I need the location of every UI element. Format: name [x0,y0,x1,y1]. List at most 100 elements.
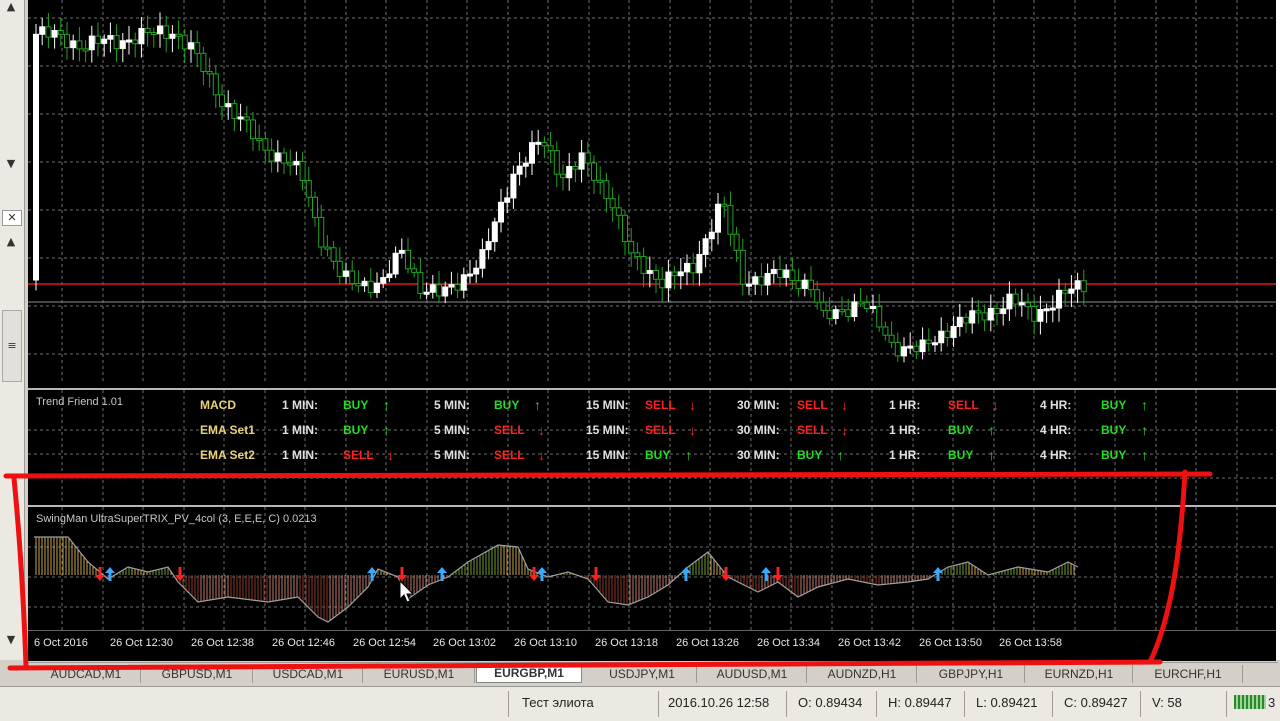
arrow-up-icon: ↑ [988,422,995,438]
signal-sell: SELL [645,423,676,437]
arrow-down-icon: ↓ [992,397,999,413]
low-price: L: 0.89421 [976,695,1038,710]
chart-window[interactable]: Trend Friend 1.01 MACD 1 MIN: BUY ↑ 5 MIN: BU… [28,0,1278,661]
arrow-up-icon: ↑ [988,447,995,463]
timeframe-label: 15 MIN: [586,423,629,437]
right-edge-strip [1276,0,1280,660]
scroll-up-icon[interactable]: ▲ [2,0,20,14]
timeframe-label: 1 HR: [889,448,921,462]
tab-gbpusd-m1[interactable]: GBPUSD,M1 [142,665,253,683]
scroll-thumb[interactable]: ≡ [2,310,22,382]
tab-eurgbp-m1[interactable]: EURGBP,M1 [476,663,582,683]
swingman-histogram [28,507,1276,632]
timeframe-label: 1 HR: [889,423,921,437]
swingman-title: SwingMan UltraSuperTRIX_PV_4col (3, E,E,… [36,513,317,525]
arrow-down-icon: ↓ [538,447,545,463]
tab-eurchf-h1[interactable]: EURCHF,H1 [1134,665,1243,683]
time-tick-label: 26 Oct 12:30 [110,637,173,649]
arrow-down-icon: ↓ [689,397,696,413]
volume: V: 58 [1152,695,1182,710]
arrow-up-icon: ↑ [1141,397,1148,413]
timeframe-label: 5 MIN: [434,448,470,462]
signal-buy: BUY [948,423,974,437]
close-icon[interactable]: ✕ [2,210,22,226]
left-panel-strip: ▲ ▼ ✕ ▲ ≡ ▼ [0,0,25,660]
buy-arrow-icon [105,567,115,581]
high-price: H: 0.89447 [888,695,952,710]
signal-buy: BUY [343,423,369,437]
time-tick-label: 26 Oct 13:42 [838,637,901,649]
time-tick-label: 26 Oct 13:10 [514,637,577,649]
trend-row-label: MACD [200,398,236,412]
close-price: C: 0.89427 [1064,695,1128,710]
arrow-up-icon: ↑ [685,447,692,463]
traffic-value: 3 [1268,695,1276,710]
timeframe-label: 15 MIN: [586,398,629,412]
signal-buy: BUY [494,398,520,412]
signal-sell: SELL [797,398,828,412]
candlestick-chart[interactable] [28,0,1276,384]
tab-audcad-m1[interactable]: AUDCAD,M1 [32,665,141,683]
time-tick-label: 26 Oct 13:18 [595,637,658,649]
signal-sell: SELL [343,448,374,462]
timeframe-label: 4 HR: [1040,398,1072,412]
arrow-down-icon: ↓ [689,422,696,438]
scroll-up-icon[interactable]: ▲ [2,235,20,249]
tab-usdcad-m1[interactable]: USDCAD,M1 [254,665,363,683]
arrow-down-icon: ↓ [387,447,394,463]
time-tick-label: 26 Oct 13:50 [919,637,982,649]
time-tick-label: 26 Oct 13:34 [757,637,820,649]
tab-audnzd-h1[interactable]: AUDNZD,H1 [808,665,917,683]
tab-usdjpy-m1[interactable]: USDJPY,M1 [588,665,697,683]
timeframe-label: 1 HR: [889,398,921,412]
signal-buy: BUY [1101,398,1127,412]
signal-sell: SELL [645,398,676,412]
arrow-up-icon: ↑ [383,422,390,438]
timeframe-label: 15 MIN: [586,448,629,462]
signal-sell: SELL [948,398,979,412]
arrow-up-icon: ↑ [534,397,541,413]
trend-row-label: EMA Set2 [200,448,255,462]
mouse-cursor-icon [399,580,415,603]
trend-friend-pane[interactable]: Trend Friend 1.01 MACD 1 MIN: BUY ↑ 5 MIN: BU… [28,388,1276,502]
time-tick-label: 26 Oct 13:02 [433,637,496,649]
tab-audusd-m1[interactable]: AUDUSD,M1 [698,665,807,683]
arrow-up-icon: ↑ [837,447,844,463]
timeframe-label: 1 MIN: [282,423,318,437]
timeframe-label: 5 MIN: [434,423,470,437]
signal-sell: SELL [797,423,828,437]
signal-buy: BUY [797,448,823,462]
time-tick-label: 26 Oct 13:26 [676,637,739,649]
timeframe-label: 5 MIN: [434,398,470,412]
buy-arrow-icon [537,567,547,581]
time-tick-label: 26 Oct 13:58 [999,637,1062,649]
signal-buy: BUY [343,398,369,412]
timeframe-label: 30 MIN: [737,398,780,412]
trend-row-label: EMA Set1 [200,423,255,437]
time-tick-label: 26 Oct 12:46 [272,637,335,649]
price-chart-pane[interactable] [28,0,1276,384]
arrow-up-icon: ↑ [383,397,390,413]
bar-datetime: 2016.10.26 12:58 [668,695,770,710]
scroll-down-icon[interactable]: ▼ [2,633,20,647]
signal-buy: BUY [645,448,671,462]
tab-eurusd-m1[interactable]: EURUSD,M1 [364,665,475,683]
signal-buy: BUY [1101,423,1127,437]
signal-buy: BUY [948,448,974,462]
tab-eurnzd-h1[interactable]: EURNZD,H1 [1026,665,1133,683]
arrow-down-icon: ↓ [841,397,848,413]
timeframe-label: 30 MIN: [737,423,780,437]
time-axis: 6 Oct 2016 26 Oct 12:30 26 Oct 12:38 26 Oct… [28,630,1276,661]
trend-friend-title: Trend Friend 1.01 [36,396,124,408]
open-price: O: 0.89434 [798,695,863,710]
timeframe-label: 4 HR: [1040,448,1072,462]
arrow-up-icon: ↑ [1141,422,1148,438]
timeframe-label: 1 MIN: [282,448,318,462]
swingman-indicator-pane[interactable]: SwingMan UltraSuperTRIX_PV_4col (3, E,E,… [28,505,1276,632]
chart-tabs: AUDCAD,M1 GBPUSD,M1 USDCAD,M1 EURUSD,M1 EURG… [28,662,1278,685]
time-tick-label: 6 Oct 2016 [34,637,88,649]
tab-gbpjpy-h1[interactable]: GBPJPY,H1 [918,665,1025,683]
signal-sell: SELL [494,423,525,437]
time-tick-label: 26 Oct 12:54 [353,637,416,649]
scroll-down-icon[interactable]: ▼ [2,157,20,171]
